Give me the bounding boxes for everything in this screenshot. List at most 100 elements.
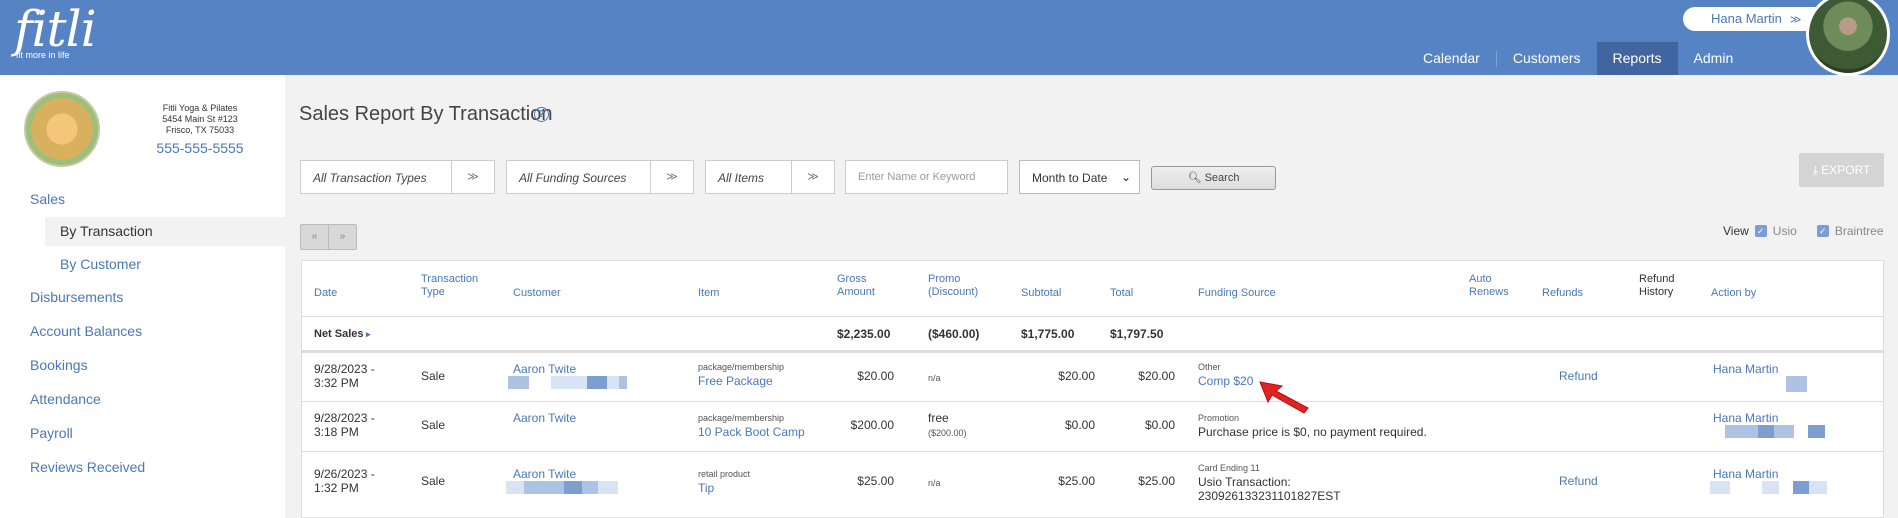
search-button[interactable]: 🔍︎ Search [1151,166,1276,190]
redacted-block [1808,425,1825,438]
help-icon[interactable]: ? [534,107,549,122]
col-date[interactable]: Date [314,287,337,300]
divider [302,350,1883,353]
top-bar: fitli fit more in life Hana Martin ≫ Cale… [0,0,1898,75]
row-item-link[interactable]: Tip [698,481,714,495]
transactions-table: Date Transaction Type Customer Item Gross… [301,260,1884,518]
sidebar-item-reviews-received[interactable]: Reviews Received [30,459,145,475]
col-label: History [1639,286,1674,298]
row-funding-detail: Usio Transaction: [1198,475,1291,489]
row-item-category: retail product [698,469,751,479]
sidebar-item-account-balances[interactable]: Account Balances [30,323,142,339]
row-funding-transaction-id: 230926133231101827EST [1198,489,1341,503]
items-filter[interactable]: All Items ≫ [705,160,835,194]
row-item-category: package/membership [698,413,785,423]
row-total: $0.00 [1144,418,1175,432]
row-funding-detail: Purchase price is $0, no payment require… [1198,425,1427,439]
main-nav: Calendar Customers Reports Admin [1407,42,1749,75]
col-label: Refund [1639,273,1675,285]
period-value: Month to Date [1032,171,1108,185]
nav-admin[interactable]: Admin [1678,42,1750,75]
transaction-types-filter[interactable]: All Transaction Types ≫ [300,160,495,194]
row-total: $25.00 [1138,474,1175,488]
redacted-block [1809,481,1827,494]
row-customer-link[interactable]: Aaron Twite [513,411,576,425]
col-action-by[interactable]: Action by [1711,287,1756,300]
col-refunds[interactable]: Refunds [1542,287,1583,300]
time-line: 3:18 PM [314,425,359,439]
net-sales-label: Net Sales [314,328,364,340]
col-funding-source[interactable]: Funding Source [1198,287,1276,300]
keyword-search-input[interactable]: Enter Name or Keyword [845,160,1008,194]
row-funding-link[interactable]: Comp $20 [1198,374,1253,388]
sidebar-item-disbursements[interactable]: Disbursements [30,289,123,305]
row-funding-category: Card Ending 11 [1198,463,1260,473]
col-gross-amount[interactable]: Gross Amount [837,273,875,299]
redacted-block [524,481,566,494]
time-line: 1:32 PM [314,481,359,495]
fitli-logo[interactable]: fitli fit more in life [14,4,97,60]
next-page-button[interactable]: » [329,225,356,249]
col-subtotal[interactable]: Subtotal [1021,287,1061,300]
sidebar-item-sales[interactable]: Sales [30,191,65,207]
col-customer[interactable]: Customer [513,287,561,300]
usio-checkbox[interactable]: ✓ [1754,225,1767,237]
sidebar-item-by-customer[interactable]: By Customer [60,256,141,272]
prev-page-button[interactable]: « [301,225,329,249]
col-item[interactable]: Item [698,287,719,300]
nav-calendar[interactable]: Calendar [1407,42,1496,75]
nav-reports[interactable]: Reports [1596,42,1678,75]
row-item-link[interactable]: 10 Pack Boot Camp [698,425,805,439]
row-type: Sale [421,474,446,488]
row-customer-link[interactable]: Aaron Twite [513,467,576,481]
sidebar-item-by-transaction[interactable]: By Transaction [60,223,153,239]
braintree-checkbox[interactable]: ✓ [1816,225,1829,237]
row-action-by-link[interactable]: Hana Martin [1713,467,1778,481]
row-promo: n/a [928,478,941,488]
sidebar-item-attendance[interactable]: Attendance [30,391,101,407]
col-auto-renews[interactable]: Auto Renews [1469,273,1509,299]
col-label: Promo [928,273,961,285]
row-refund-link[interactable]: Refund [1559,369,1598,383]
redacted-block [508,376,529,389]
redacted-block [506,481,526,494]
col-transaction-type[interactable]: Transaction Type [421,273,478,299]
braintree-label: Braintree [1834,224,1884,238]
period-select[interactable]: Month to Date ⌄ [1019,160,1140,194]
row-action-by-link[interactable]: Hana Martin [1713,411,1778,425]
pager: « » [300,224,357,250]
redacted-block [587,376,609,389]
row-customer-link[interactable]: Aaron Twite [513,362,576,376]
chevron-down-icon[interactable]: ≫ [451,161,494,193]
funding-sources-filter[interactable]: All Funding Sources ≫ [506,160,694,194]
business-address-line1: 5454 Main St #123 [162,114,238,124]
row-item-category: package/membership [698,362,785,372]
net-sales-subtotal: $1,775.00 [1021,327,1075,341]
redacted-block [1786,376,1807,392]
filter-label: All Transaction Types [313,171,427,185]
net-sales-toggle[interactable]: Net Sales ▸ [314,327,371,341]
view-toggles: View ✓ Usio ✓ Braintree [1723,224,1884,238]
nav-customers[interactable]: Customers [1497,42,1597,75]
row-date: 9/26/2023 -1:32 PM [314,467,375,495]
row-item-link[interactable]: Free Package [698,374,773,388]
export-button[interactable]: ⤓ EXPORT [1799,153,1884,187]
col-promo[interactable]: Promo (Discount) [928,273,978,299]
usio-label: Usio [1772,224,1797,238]
redacted-block [619,376,627,389]
sidebar-item-bookings[interactable]: Bookings [30,357,88,373]
user-name: Hana Martin [1711,11,1782,26]
col-total[interactable]: Total [1110,287,1133,300]
sidebar: Fitli Yoga & Pilates 5454 Main St #123 F… [0,75,285,518]
sidebar-item-payroll[interactable]: Payroll [30,425,73,441]
row-refund-link[interactable]: Refund [1559,474,1598,488]
chevron-down-icon[interactable]: ≫ [791,161,834,193]
chevron-down-icon[interactable]: ≫ [650,161,693,193]
user-menu[interactable]: Hana Martin ≫ [1683,7,1823,31]
row-gross: $200.00 [850,418,894,432]
export-button-label: EXPORT [1821,163,1871,177]
row-action-by-link[interactable]: Hana Martin [1713,362,1778,376]
redacted-block [582,481,599,494]
redacted-block [1774,425,1794,438]
business-phone[interactable]: 555-555-5555 [140,140,260,156]
